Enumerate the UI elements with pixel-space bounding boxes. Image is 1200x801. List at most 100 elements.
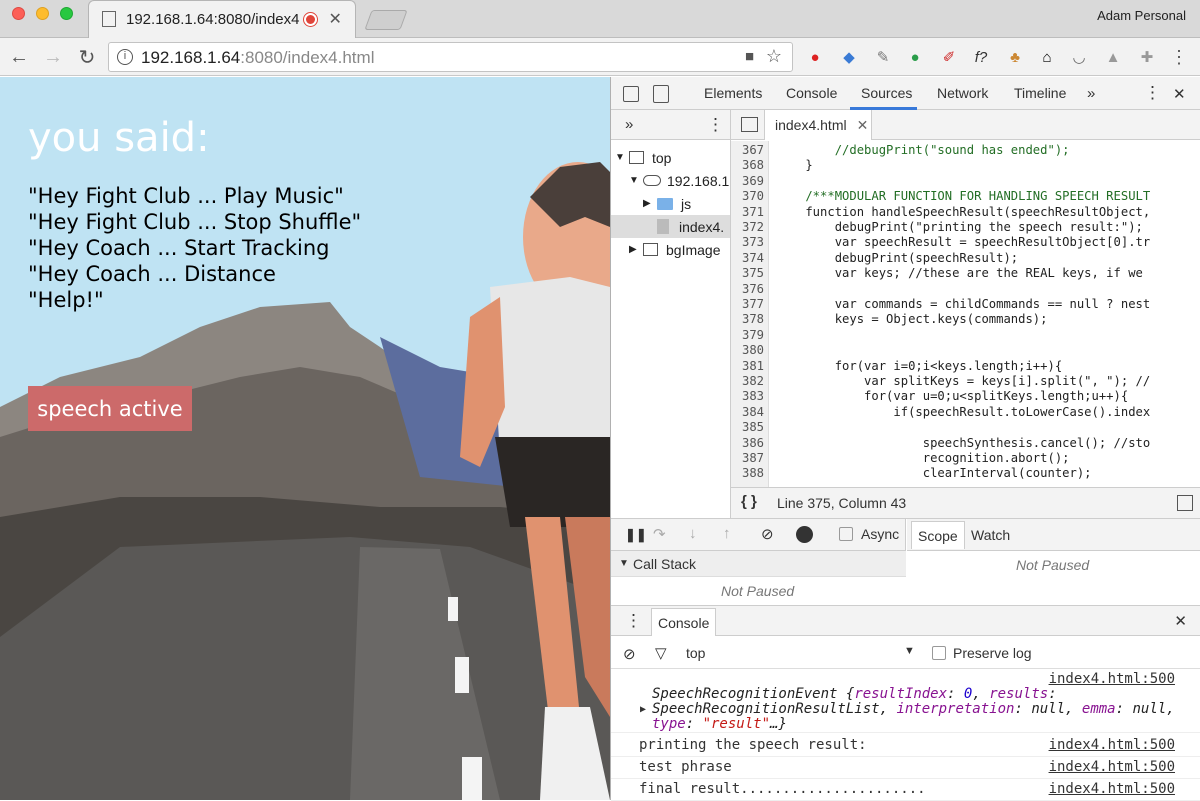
line-number[interactable]: 387 xyxy=(731,451,764,466)
line-number[interactable]: 382 xyxy=(731,374,764,389)
step-over-icon[interactable]: ↷ xyxy=(653,525,666,543)
console-message[interactable]: final result...................... index… xyxy=(611,779,1200,801)
line-number[interactable]: 384 xyxy=(731,405,764,420)
drive-extension-icon[interactable]: ▲ xyxy=(1102,46,1124,68)
line-number[interactable]: 381 xyxy=(731,359,764,374)
line-number[interactable]: 373 xyxy=(731,235,764,250)
console-source-link[interactable]: index4.html:500 xyxy=(1049,737,1175,753)
line-number[interactable]: 378 xyxy=(731,312,764,327)
console-source-link[interactable]: index4.html:500 xyxy=(1049,759,1175,775)
console-message[interactable]: test phrase index4.html:500 xyxy=(611,757,1200,779)
puzzle-extension-icon[interactable]: ✚ xyxy=(1136,46,1158,68)
expand-navigator-icon[interactable]: » xyxy=(625,116,633,133)
tab-timeline[interactable]: Timeline xyxy=(1014,85,1066,101)
line-number[interactable]: 374 xyxy=(731,251,764,266)
notes-extension-icon[interactable]: ✎ xyxy=(872,46,894,68)
devtools-menu-icon[interactable]: ⋮ xyxy=(1144,83,1161,103)
code-line: function handleSpeechResult(speechResult… xyxy=(776,204,1151,219)
device-mode-icon[interactable] xyxy=(653,85,669,103)
back-button[interactable]: ← xyxy=(6,44,32,70)
forward-button[interactable]: → xyxy=(40,44,66,70)
preserve-log-checkbox[interactable] xyxy=(932,646,946,660)
console-source-link[interactable]: index4.html:500 xyxy=(1049,671,1175,687)
close-tab-icon[interactable]: ✕ xyxy=(329,9,342,29)
console-message[interactable]: printing the speech result: index4.html:… xyxy=(611,735,1200,757)
tab-scope[interactable]: Scope xyxy=(911,521,965,549)
call-stack-header[interactable]: ▼ Call Stack xyxy=(611,551,906,577)
reload-button[interactable]: ↻ xyxy=(74,44,100,70)
line-number[interactable]: 379 xyxy=(731,328,764,343)
line-number[interactable]: 368 xyxy=(731,158,764,173)
pause-on-exceptions-icon[interactable] xyxy=(796,526,813,543)
pretty-print-icon[interactable]: { } xyxy=(741,493,757,510)
opera-extension-icon[interactable]: ● xyxy=(804,46,826,68)
tab-network[interactable]: Network xyxy=(937,85,988,101)
console-message-event[interactable]: index4.html:500 SpeechRecognitionEvent {… xyxy=(611,669,1200,733)
source-code[interactable]: 367 368 369 370 371 372 373 374 375 376 377 378 379 3… xyxy=(731,141,1200,487)
drawer-menu-icon[interactable]: ⋮ xyxy=(625,611,642,631)
speech-active-button[interactable]: speech active xyxy=(28,386,192,431)
context-selector[interactable]: top xyxy=(686,645,705,661)
expand-object-icon[interactable]: ▶ xyxy=(640,704,646,715)
address-bar[interactable]: i 192.168.1.64:8080/index4.html ■ ☆ xyxy=(108,42,793,72)
camera-icon[interactable]: ■ xyxy=(745,48,754,65)
async-checkbox[interactable] xyxy=(839,527,853,541)
tab-watch[interactable]: Watch xyxy=(971,527,1010,543)
tree-item-top[interactable]: ▼ top xyxy=(615,146,671,169)
close-window-button[interactable] xyxy=(12,7,25,20)
object-close: …} xyxy=(770,716,787,732)
line-number[interactable]: 377 xyxy=(731,297,764,312)
line-number[interactable]: 380 xyxy=(731,343,764,358)
bookmark-star-icon[interactable]: ☆ xyxy=(766,46,782,67)
pocket-extension-icon[interactable]: ◡ xyxy=(1068,46,1090,68)
toggle-navigator-icon[interactable] xyxy=(741,117,758,132)
step-out-icon[interactable]: ↑ xyxy=(723,525,731,542)
minimize-window-button[interactable] xyxy=(36,7,49,20)
more-tabs-icon[interactable]: » xyxy=(1087,85,1095,102)
tab-sources[interactable]: Sources xyxy=(861,85,912,101)
line-number[interactable]: 386 xyxy=(731,436,764,451)
line-number[interactable]: 385 xyxy=(731,420,764,435)
tab-console[interactable]: Console xyxy=(786,85,837,101)
line-number[interactable]: 370 xyxy=(731,189,764,204)
close-file-icon[interactable]: ✕ xyxy=(857,117,869,134)
navigator-menu-icon[interactable]: ⋮ xyxy=(707,115,724,135)
line-number[interactable]: 383 xyxy=(731,389,764,404)
line-number[interactable]: 372 xyxy=(731,220,764,235)
profile-name[interactable]: Adam Personal xyxy=(1097,8,1186,23)
tree-item-file-selected[interactable]: index4. xyxy=(611,215,730,238)
deactivate-breakpoints-icon[interactable]: ⊘ xyxy=(761,525,774,543)
console-drawer-tab[interactable]: Console xyxy=(651,608,717,636)
basket-extension-icon[interactable]: ♣ xyxy=(1004,46,1026,68)
eyedropper-extension-icon[interactable]: ✐ xyxy=(938,46,960,68)
clear-console-icon[interactable]: ⊘ xyxy=(623,645,636,663)
context-dropdown-icon[interactable]: ▼ xyxy=(904,645,915,657)
pushbullet-extension-icon[interactable]: ● xyxy=(904,46,926,68)
editor-file-tab[interactable]: index4.html ✕ xyxy=(764,110,872,140)
line-number[interactable]: 376 xyxy=(731,282,764,297)
extension-badge-icon[interactable]: ◆ xyxy=(838,46,860,68)
home-extension-icon[interactable]: ⌂ xyxy=(1036,46,1058,68)
pause-icon[interactable]: ❚❚ xyxy=(625,527,647,543)
step-into-icon[interactable]: ↓ xyxy=(689,525,697,542)
toggle-debugger-icon[interactable] xyxy=(1177,495,1193,511)
tab-elements[interactable]: Elements xyxy=(704,85,762,101)
tree-item-js-folder[interactable]: ▶ js xyxy=(643,192,691,215)
close-drawer-icon[interactable]: ✕ xyxy=(1174,612,1187,630)
inspect-element-icon[interactable] xyxy=(623,86,639,102)
line-number[interactable]: 375 xyxy=(731,266,764,281)
line-number[interactable]: 369 xyxy=(731,174,764,189)
new-tab-button[interactable] xyxy=(364,10,408,30)
maximize-window-button[interactable] xyxy=(60,7,73,20)
filter-icon[interactable]: ▽ xyxy=(655,644,667,662)
line-number[interactable]: 388 xyxy=(731,466,764,481)
tree-item-host[interactable]: ▼ 192.168.1 xyxy=(629,169,729,192)
line-number[interactable]: 367 xyxy=(731,143,764,158)
close-devtools-icon[interactable]: ✕ xyxy=(1173,85,1186,103)
tree-item-bgimage[interactable]: ▶ bgImage xyxy=(629,238,720,261)
console-source-link[interactable]: index4.html:500 xyxy=(1049,781,1175,797)
formula-extension-icon[interactable]: f? xyxy=(970,46,992,68)
line-number[interactable]: 371 xyxy=(731,205,764,220)
browser-menu-icon[interactable]: ⋮ xyxy=(1168,46,1190,68)
info-icon[interactable]: i xyxy=(117,49,133,65)
